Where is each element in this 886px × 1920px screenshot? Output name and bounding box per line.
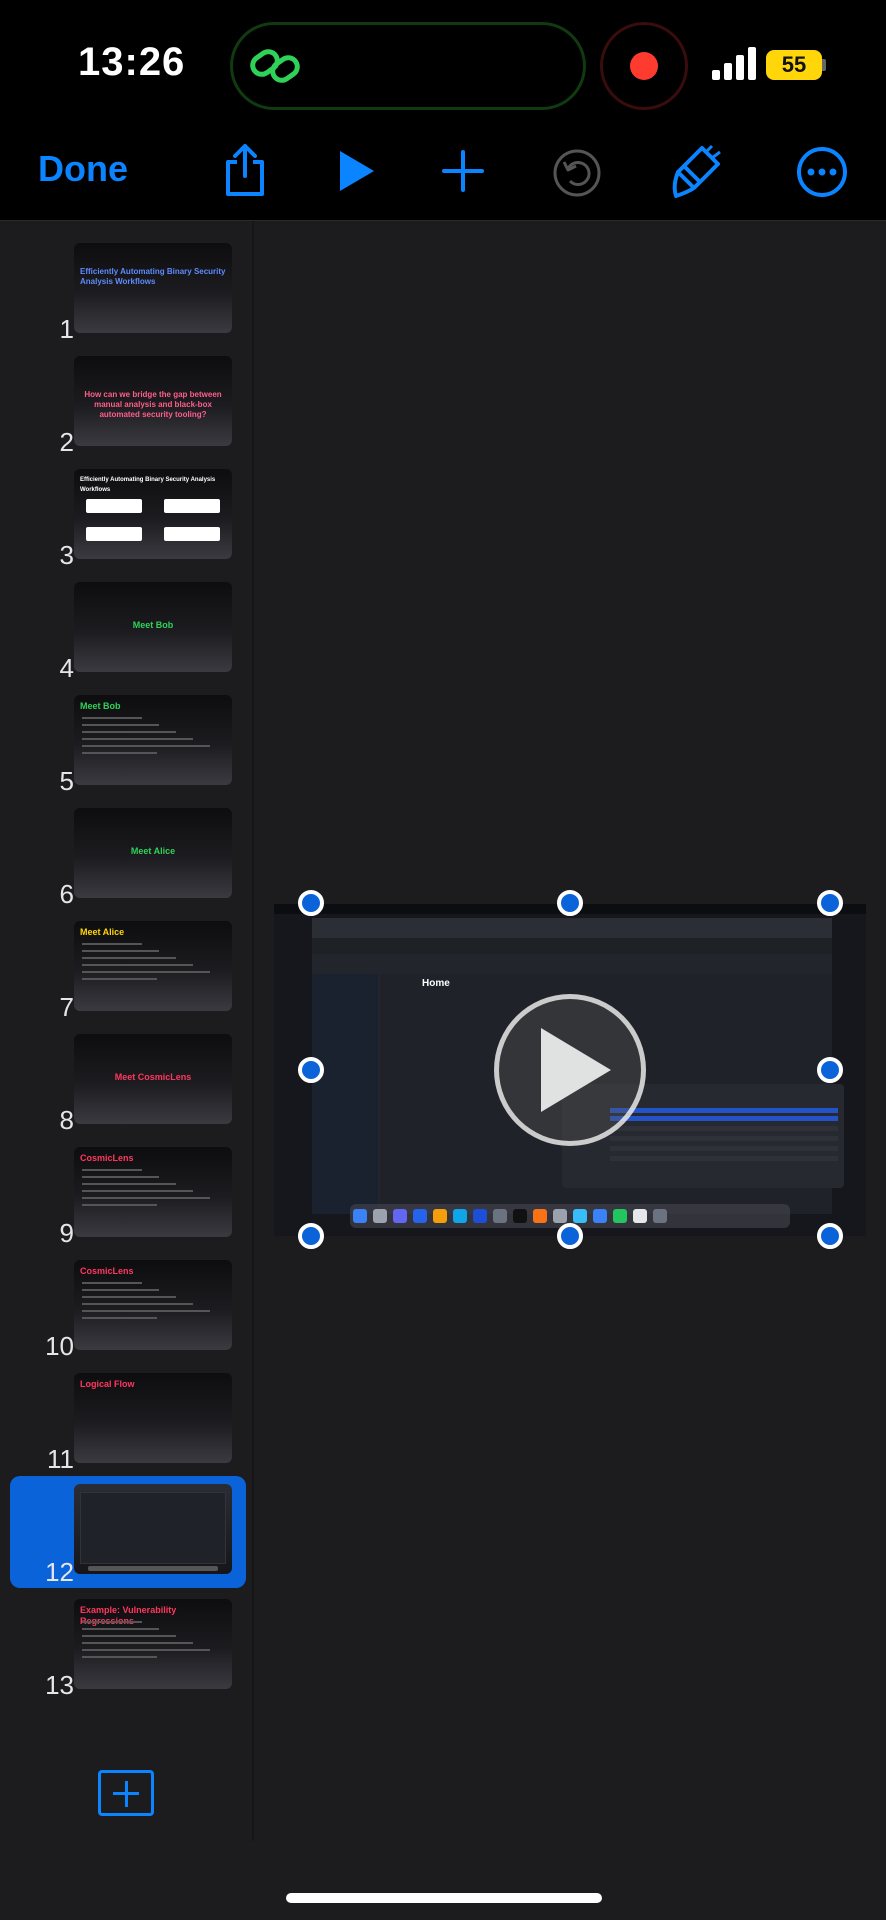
slide-number: 1 [59,314,74,344]
slide-thumbnail-4[interactable]: 4 Meet Bob [10,576,246,684]
format-button[interactable] [672,142,724,200]
slide-number: 10 [45,1331,74,1361]
format-brush-icon [672,144,721,198]
slide-number: 9 [59,1218,74,1248]
battery-level: 55 [781,52,807,77]
slide-number: 5 [59,766,74,796]
slide-title: Meet Alice [80,927,125,937]
slide-title: Meet CosmicLens [114,1072,192,1082]
slide-number: 8 [59,1105,74,1135]
video-app-sidebar [312,974,378,1214]
slide-thumbnail-11[interactable]: 11 Logical Flow [10,1367,246,1475]
slide-thumbnail-13[interactable]: 13 Example: Vulnerability Regressions [10,1593,246,1701]
slide-thumbnail-6[interactable]: 6 Meet Alice [10,802,246,910]
slide-thumbnail-1[interactable]: 1 Efficiently Automating Binary Security … [10,237,246,345]
slide-preview: How can we bridge the gap between manual… [74,356,232,446]
share-icon [226,144,264,196]
slide-number: 12 [45,1557,74,1587]
add-slide-button[interactable] [98,1770,154,1816]
slide-preview: Meet Bob [74,582,232,672]
play-icon [340,151,374,191]
battery-cap [822,59,826,71]
slide-number: 7 [59,992,74,1022]
slide-preview: Meet CosmicLens [74,1034,232,1124]
slide-title: Efficiently Automating Binary Security A… [80,267,226,286]
resize-handle-left[interactable] [298,1057,324,1083]
battery-icon: 55 [766,50,822,80]
slide-thumbnail-7[interactable]: 7 Meet Alice [10,915,246,1023]
resize-handle-right[interactable] [817,1057,843,1083]
record-dot-icon [630,52,658,80]
resize-handle-bottom-right[interactable] [817,1223,843,1249]
slide-title: Logical Flow [80,1379,135,1389]
slide-preview: Efficiently Automating Binary Security A… [74,243,232,333]
play-icon [541,1028,611,1112]
slide-preview: Efficiently Automating Binary Security A… [74,469,232,559]
slide-thumbnail-9[interactable]: 9 CosmicLens [10,1141,246,1249]
slide-thumbnail-3[interactable]: 3 Efficiently Automating Binary Security … [10,463,246,571]
resize-handle-top[interactable] [557,890,583,916]
slide-thumbnail-10[interactable]: 10 CosmicLens [10,1254,246,1362]
slide-thumbnail-12[interactable]: 12 [10,1476,246,1588]
add-button[interactable] [442,150,484,192]
slide-title: Example: Vulnerability Regressions [80,1605,177,1626]
slide-preview: Example: Vulnerability Regressions [74,1599,232,1689]
slide-thumbnail-8[interactable]: 8 Meet CosmicLens [10,1028,246,1136]
undo-icon [553,149,601,197]
slide-preview: CosmicLens [74,1147,232,1237]
add-icon [442,150,484,192]
slide-title: CosmicLens [80,1266,134,1276]
resize-handle-top-left[interactable] [298,890,324,916]
more-button[interactable] [796,146,848,198]
slide-number: 11 [47,1444,74,1474]
undo-button[interactable] [552,148,602,198]
slide-title: Meet Bob [132,620,174,630]
slide-title: Meet Bob [80,701,121,711]
slide-preview: CosmicLens [74,1260,232,1350]
slide-number: 13 [45,1670,74,1700]
resize-handle-bottom-left[interactable] [298,1223,324,1249]
more-icon [797,147,847,197]
done-button[interactable]: Done [38,148,128,190]
status-bar: 13:26 55 [0,0,886,130]
slide-preview: Meet Alice [74,921,232,1011]
slide-thumbnail-2[interactable]: 2 How can we bridge the gap between manua… [10,350,246,458]
slide-preview: Logical Flow [74,1373,232,1463]
slide-number: 4 [59,653,74,683]
slide-preview [74,1484,232,1574]
link-icon [250,49,300,83]
slide-number: 2 [59,427,74,457]
resize-handle-bottom[interactable] [557,1223,583,1249]
keynote-toolbar: Done [0,130,886,221]
slide-number: 3 [59,540,74,570]
slide-title: How can we bridge the gap between manual… [84,390,222,419]
slide-navigator: 1 Efficiently Automating Binary Security … [0,221,254,1841]
status-time: 13:26 [78,40,186,84]
cellular-signal-icon [712,47,756,80]
slide-number: 6 [59,879,74,909]
resize-handle-top-right[interactable] [817,890,843,916]
slide-thumbnail-5[interactable]: 5 Meet Bob [10,689,246,797]
slide-title: Meet Alice [130,846,176,856]
share-button[interactable] [222,142,268,198]
slide-preview: Meet Bob [74,695,232,785]
play-button[interactable] [336,148,378,194]
video-app-title: Home [422,978,450,989]
slide-preview: Meet Alice [74,808,232,898]
slide-title: Efficiently Automating Binary Security A… [80,477,216,493]
home-indicator[interactable] [286,1893,602,1903]
slide-title: CosmicLens [80,1153,134,1163]
